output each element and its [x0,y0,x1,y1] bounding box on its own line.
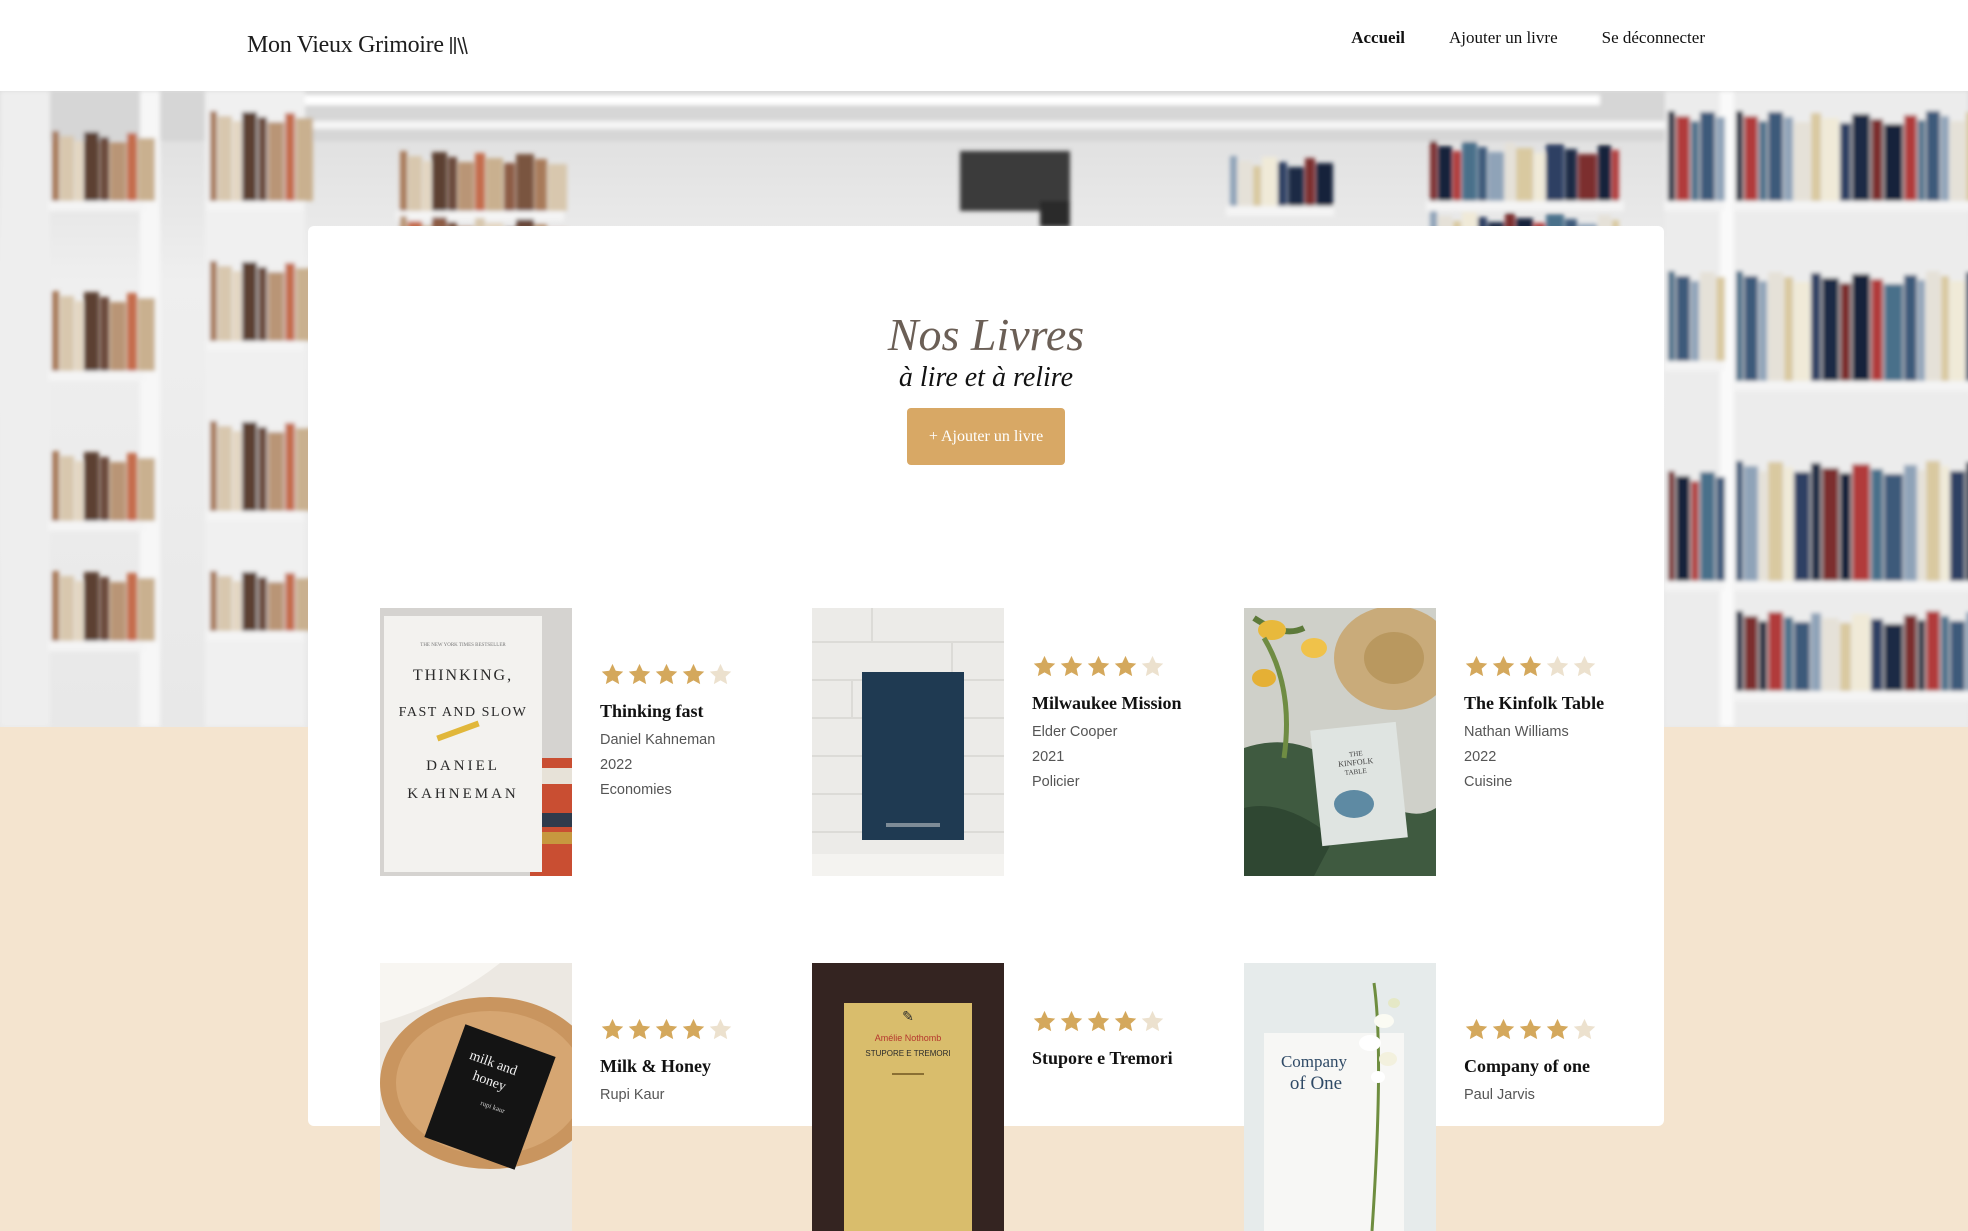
book-cover: milk and honey rupi kaur [380,963,572,1231]
star-filled-icon [1087,1010,1110,1032]
svg-text:STUPORE E TREMORI: STUPORE E TREMORI [865,1049,950,1058]
book-cover [812,608,1004,876]
logo-text: Mon Vieux Grimoire [247,31,444,58]
star-empty-icon [1573,655,1596,677]
nav-links: Accueil Ajouter un livre Se déconnecter [1351,28,1705,48]
book-info: Milk & Honey Rupi Kaur [600,1017,750,1108]
nav-link-ajouter-livre[interactable]: Ajouter un livre [1449,28,1558,48]
star-empty-icon [1546,655,1569,677]
star-filled-icon [655,1018,678,1040]
book-cover: ✎ Amélie Nothomb STUPORE E TREMORI [812,963,1004,1231]
site-logo[interactable]: Mon Vieux Grimoire [247,30,470,60]
nav-link-se-deconnecter[interactable]: Se déconnecter [1602,28,1705,48]
book-title: Thinking fast [600,701,704,721]
star-filled-icon [628,663,651,685]
books-panel: Nos Livres à lire et à relire + Ajouter … [308,226,1664,1231]
star-filled-icon [682,1018,705,1040]
svg-text:FAST AND SLOW: FAST AND SLOW [399,705,528,720]
star-filled-icon [1114,1010,1137,1032]
book-author: Elder Cooper [1032,724,1118,740]
book-year: 2022 [1464,749,1497,765]
navbar: Mon Vieux Grimoire Accueil Ajouter un li… [0,0,1968,91]
book-cover: THE KINFOLK TABLE [1244,608,1436,876]
svg-text:of One: of One [1290,1073,1342,1094]
rating-stars [1032,1009,1182,1037]
book-info: Company of one Paul Jarvis [1464,1017,1614,1108]
star-empty-icon [1141,655,1164,677]
book-genre: Economies [600,782,672,798]
star-empty-icon [709,663,732,685]
rating-stars [600,662,750,690]
star-empty-icon [1141,1010,1164,1032]
book-info: Thinking fast Daniel Kahneman 2022 Econo… [600,662,750,803]
book-card[interactable]: THE NEW YORK TIMES BESTSELLER THINKING, … [380,608,760,876]
book-author: Daniel Kahneman [600,732,716,748]
book-card[interactable]: Milwaukee Mission Elder Cooper 2021 Poli… [812,608,1192,876]
star-filled-icon [1033,1010,1056,1032]
svg-text:KAHNEMAN: KAHNEMAN [407,786,519,802]
book-year: 2022 [600,757,633,773]
book-card[interactable]: THE KINFOLK TABLE The Kinfolk Table Nath… [1244,608,1624,876]
star-filled-icon [1519,1018,1542,1040]
book-cover: THE NEW YORK TIMES BESTSELLER THINKING, … [380,608,572,876]
rating-stars [600,1017,750,1045]
add-book-button[interactable]: + Ajouter un livre [907,408,1065,465]
star-filled-icon [1060,655,1083,677]
star-filled-icon [1492,655,1515,677]
book-genre: Policier [1032,774,1080,790]
star-filled-icon [601,1018,624,1040]
book-title: The Kinfolk Table [1464,693,1605,713]
rating-stars [1032,654,1182,682]
book-card[interactable]: Company of One Company of one Paul Jarvi… [1244,963,1624,1231]
star-filled-icon [1519,655,1542,677]
book-author: Nathan Williams [1464,724,1569,740]
book-info: Milwaukee Mission Elder Cooper 2021 Poli… [1032,654,1182,795]
books-icon [449,36,468,55]
book-year: 2021 [1032,749,1065,765]
rating-stars [1464,654,1614,682]
svg-text:THE NEW YORK TIMES BESTSELLER: THE NEW YORK TIMES BESTSELLER [420,643,506,648]
star-filled-icon [1492,1018,1515,1040]
svg-text:✎: ✎ [902,1009,914,1025]
star-filled-icon [1033,655,1056,677]
star-filled-icon [628,1018,651,1040]
svg-text:Amélie Nothomb: Amélie Nothomb [875,1033,942,1043]
svg-text:THINKING,: THINKING, [413,667,513,684]
star-filled-icon [1465,655,1488,677]
book-title: Company of one [1464,1056,1591,1076]
star-filled-icon [682,663,705,685]
star-empty-icon [709,1018,732,1040]
star-filled-icon [1087,655,1110,677]
star-filled-icon [601,663,624,685]
page-subtitle: à lire et à relire [898,362,1074,393]
rating-stars [1464,1017,1614,1045]
book-genre: Cuisine [1464,774,1513,790]
nav-link-accueil[interactable]: Accueil [1351,28,1405,48]
book-author: Rupi Kaur [600,1087,665,1103]
book-card[interactable]: milk and honey rupi kaur Milk & Honey Ru… [380,963,760,1231]
star-filled-icon [1465,1018,1488,1040]
star-filled-icon [1114,655,1137,677]
svg-text:Company: Company [1281,1052,1348,1071]
page-title: Nos Livres [887,309,1085,360]
book-title: Stupore e Tremori [1032,1048,1173,1068]
star-filled-icon [655,663,678,685]
star-filled-icon [1546,1018,1569,1040]
svg-text:DANIEL: DANIEL [426,758,500,774]
book-title: Milwaukee Mission [1032,693,1182,713]
star-filled-icon [1060,1010,1083,1032]
book-cover: Company of One [1244,963,1436,1231]
book-info: The Kinfolk Table Nathan Williams 2022 C… [1464,654,1614,795]
book-info: Stupore e Tremori [1032,1009,1182,1067]
book-author: Paul Jarvis [1464,1087,1535,1103]
book-card[interactable]: ✎ Amélie Nothomb STUPORE E TREMORI Stupo… [812,963,1192,1231]
star-empty-icon [1573,1018,1596,1040]
book-title: Milk & Honey [600,1056,711,1076]
